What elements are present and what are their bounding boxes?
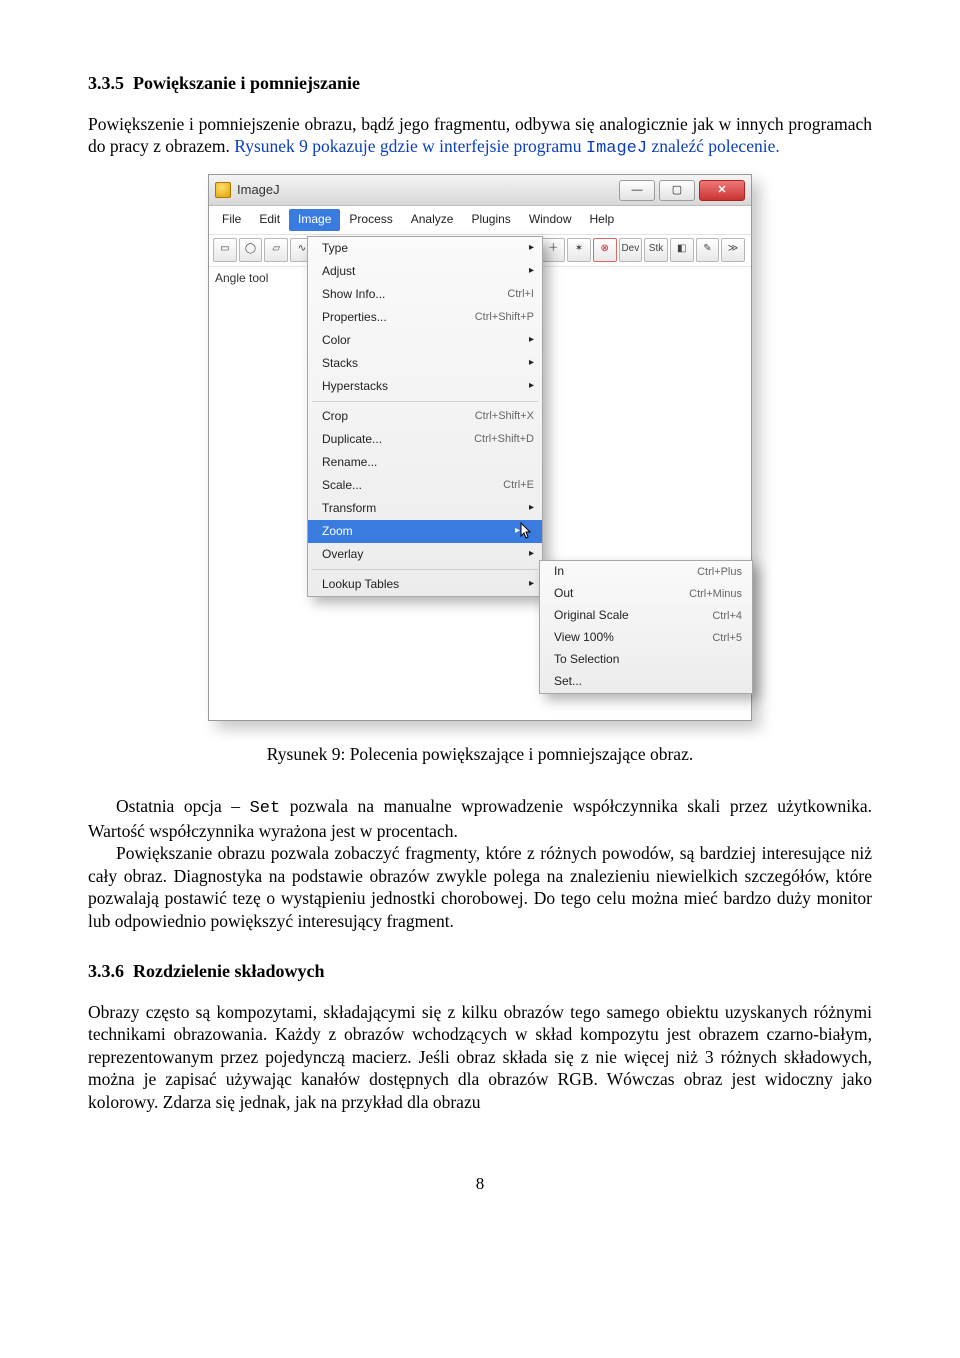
window-body: Type▸Adjust▸Show Info...Ctrl+IProperties… — [209, 290, 751, 720]
image-menu: Type▸Adjust▸Show Info...Ctrl+IProperties… — [307, 236, 543, 597]
tool-crosshair[interactable]: ⊗ — [593, 238, 617, 262]
menu-item-adjust[interactable]: Adjust▸ — [308, 260, 542, 283]
menu-edit[interactable]: Edit — [250, 209, 289, 230]
tool-point[interactable]: ＋ — [541, 238, 565, 262]
tool-wand[interactable]: ✶ — [567, 238, 591, 262]
close-button[interactable]: ✕ — [699, 180, 745, 201]
submenu-item-original-scale[interactable]: Original ScaleCtrl+4 — [540, 605, 752, 627]
menu-item-properties[interactable]: Properties...Ctrl+Shift+P — [308, 306, 542, 329]
section-num: 3.3.5 — [88, 73, 124, 93]
tool-stk[interactable]: Stk — [644, 238, 668, 262]
menu-separator — [312, 569, 538, 570]
tool-dev[interactable]: Dev — [619, 238, 643, 262]
section-title: Rozdzielenie składowych — [133, 961, 325, 981]
figure-caption: Rysunek 9: Polecenia powiększające i pom… — [88, 743, 872, 765]
tool-dropper[interactable]: ✎ — [696, 238, 720, 262]
menu-item-scale[interactable]: Scale...Ctrl+E — [308, 474, 542, 497]
submenu-item-set[interactable]: Set... — [540, 671, 752, 693]
menu-image[interactable]: Image — [289, 209, 340, 230]
figure-9: ImageJ — ▢ ✕ FileEditImageProcessAnalyze… — [88, 174, 872, 721]
window-title: ImageJ — [237, 182, 615, 199]
minimize-button[interactable]: — — [619, 180, 655, 201]
menu-item-show-info[interactable]: Show Info...Ctrl+I — [308, 283, 542, 306]
tool-lut[interactable]: ◧ — [670, 238, 694, 262]
menu-item-overlay[interactable]: Overlay▸ — [308, 543, 542, 566]
menu-item-lookup-tables[interactable]: Lookup Tables▸ — [308, 573, 542, 596]
menu-item-type[interactable]: Type▸ — [308, 237, 542, 260]
tool-polygon[interactable]: ▱ — [264, 238, 288, 262]
imagej-window: ImageJ — ▢ ✕ FileEditImageProcessAnalyze… — [208, 174, 752, 721]
menu-item-transform[interactable]: Transform▸ — [308, 497, 542, 520]
titlebar: ImageJ — ▢ ✕ — [209, 175, 751, 206]
menu-help[interactable]: Help — [581, 209, 624, 230]
menu-file[interactable]: File — [213, 209, 250, 230]
menubar: FileEditImageProcessAnalyzePluginsWindow… — [209, 206, 751, 234]
app-icon — [215, 182, 231, 198]
paragraph-zoom-discussion: Powiększanie obrazu pozwala zobaczyć fra… — [88, 842, 872, 932]
section-num: 3.3.6 — [88, 961, 124, 981]
menu-item-rename[interactable]: Rename... — [308, 451, 542, 474]
page-number: 8 — [88, 1173, 872, 1195]
menu-item-stacks[interactable]: Stacks▸ — [308, 352, 542, 375]
submenu-item-view-100[interactable]: View 100%Ctrl+5 — [540, 627, 752, 649]
section-heading-336: 3.3.6 Rozdzielenie składowych — [88, 960, 872, 983]
submenu-item-in[interactable]: InCtrl+Plus — [540, 561, 752, 583]
section-heading-335: 3.3.5 Powiększanie i pomniejszanie — [88, 72, 872, 95]
zoom-submenu: InCtrl+PlusOutCtrl+MinusOriginal ScaleCt… — [539, 560, 753, 694]
menu-analyze[interactable]: Analyze — [402, 209, 463, 230]
section-title: Powiększanie i pomniejszanie — [133, 73, 360, 93]
menu-item-color[interactable]: Color▸ — [308, 329, 542, 352]
tool-more[interactable]: ≫ — [721, 238, 745, 262]
menu-item-zoom[interactable]: Zoom▸ — [308, 520, 542, 543]
cursor-icon — [520, 522, 534, 540]
submenu-item-to-selection[interactable]: To Selection — [540, 649, 752, 671]
menu-item-hyperstacks[interactable]: Hyperstacks▸ — [308, 375, 542, 398]
intro-paragraph: Powiększenie i pomniejszenie obrazu, bąd… — [88, 113, 872, 160]
menu-process[interactable]: Process — [340, 209, 401, 230]
menu-plugins[interactable]: Plugins — [462, 209, 519, 230]
menu-separator — [312, 401, 538, 402]
paragraph-336: Obrazy często są kompozytami, składający… — [88, 1001, 872, 1113]
menu-window[interactable]: Window — [520, 209, 581, 230]
submenu-item-out[interactable]: OutCtrl+Minus — [540, 583, 752, 605]
paragraph-set: Ostatnia opcja – Set pozwala na manualne… — [88, 795, 872, 842]
menu-item-crop[interactable]: CropCtrl+Shift+X — [308, 405, 542, 428]
maximize-button[interactable]: ▢ — [659, 180, 695, 201]
tool-rect[interactable]: ▭ — [213, 238, 237, 262]
menu-item-duplicate[interactable]: Duplicate...Ctrl+Shift+D — [308, 428, 542, 451]
tool-oval[interactable]: ◯ — [239, 238, 263, 262]
